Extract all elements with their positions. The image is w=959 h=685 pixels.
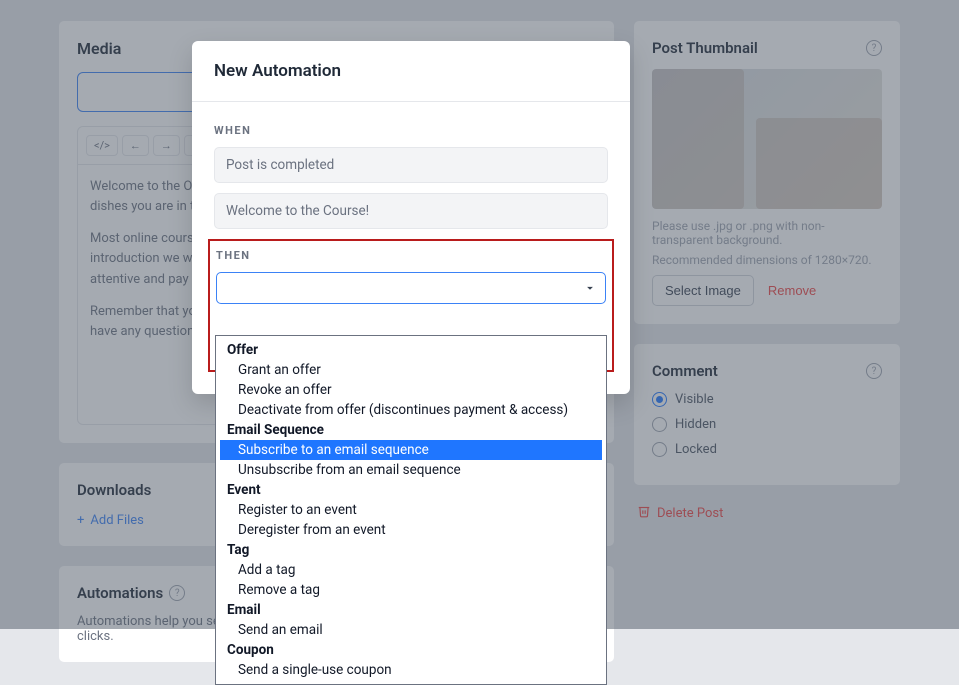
dd-item-remove-tag[interactable]: Remove a tag: [220, 580, 602, 600]
dd-group-email-sequence: Email Sequence: [220, 420, 602, 440]
when-label: WHEN: [214, 124, 608, 137]
dd-item-register-event[interactable]: Register to an event: [220, 500, 602, 520]
dd-item-revoke-offer[interactable]: Revoke an offer: [220, 380, 602, 400]
dd-item-deregister-event[interactable]: Deregister from an event: [220, 520, 602, 540]
dd-group-event: Event: [220, 480, 602, 500]
dd-item-subscribe-sequence[interactable]: Subscribe to an email sequence: [220, 440, 602, 460]
dd-item-grant-offer[interactable]: Grant an offer: [220, 360, 602, 380]
then-action-dropdown: Offer Grant an offer Revoke an offer Dea…: [215, 335, 607, 685]
then-action-select[interactable]: [216, 272, 606, 304]
modal-title: New Automation: [214, 61, 608, 81]
dd-item-deactivate-offer[interactable]: Deactivate from offer (discontinues paym…: [220, 400, 602, 420]
dd-group-coupon: Coupon: [220, 640, 602, 660]
then-label: THEN: [216, 249, 606, 262]
chevron-down-icon: [583, 281, 597, 295]
when-trigger-select[interactable]: Post is completed: [214, 147, 608, 183]
dd-item-send-coupon[interactable]: Send a single-use coupon: [220, 660, 602, 680]
dd-item-send-email[interactable]: Send an email: [220, 620, 602, 640]
dd-item-add-tag[interactable]: Add a tag: [220, 560, 602, 580]
when-post-select[interactable]: Welcome to the Course!: [214, 193, 608, 229]
dd-group-tag: Tag: [220, 540, 602, 560]
dd-group-offer: Offer: [220, 340, 602, 360]
dd-group-email: Email: [220, 600, 602, 620]
dd-item-unsubscribe-sequence[interactable]: Unsubscribe from an email sequence: [220, 460, 602, 480]
